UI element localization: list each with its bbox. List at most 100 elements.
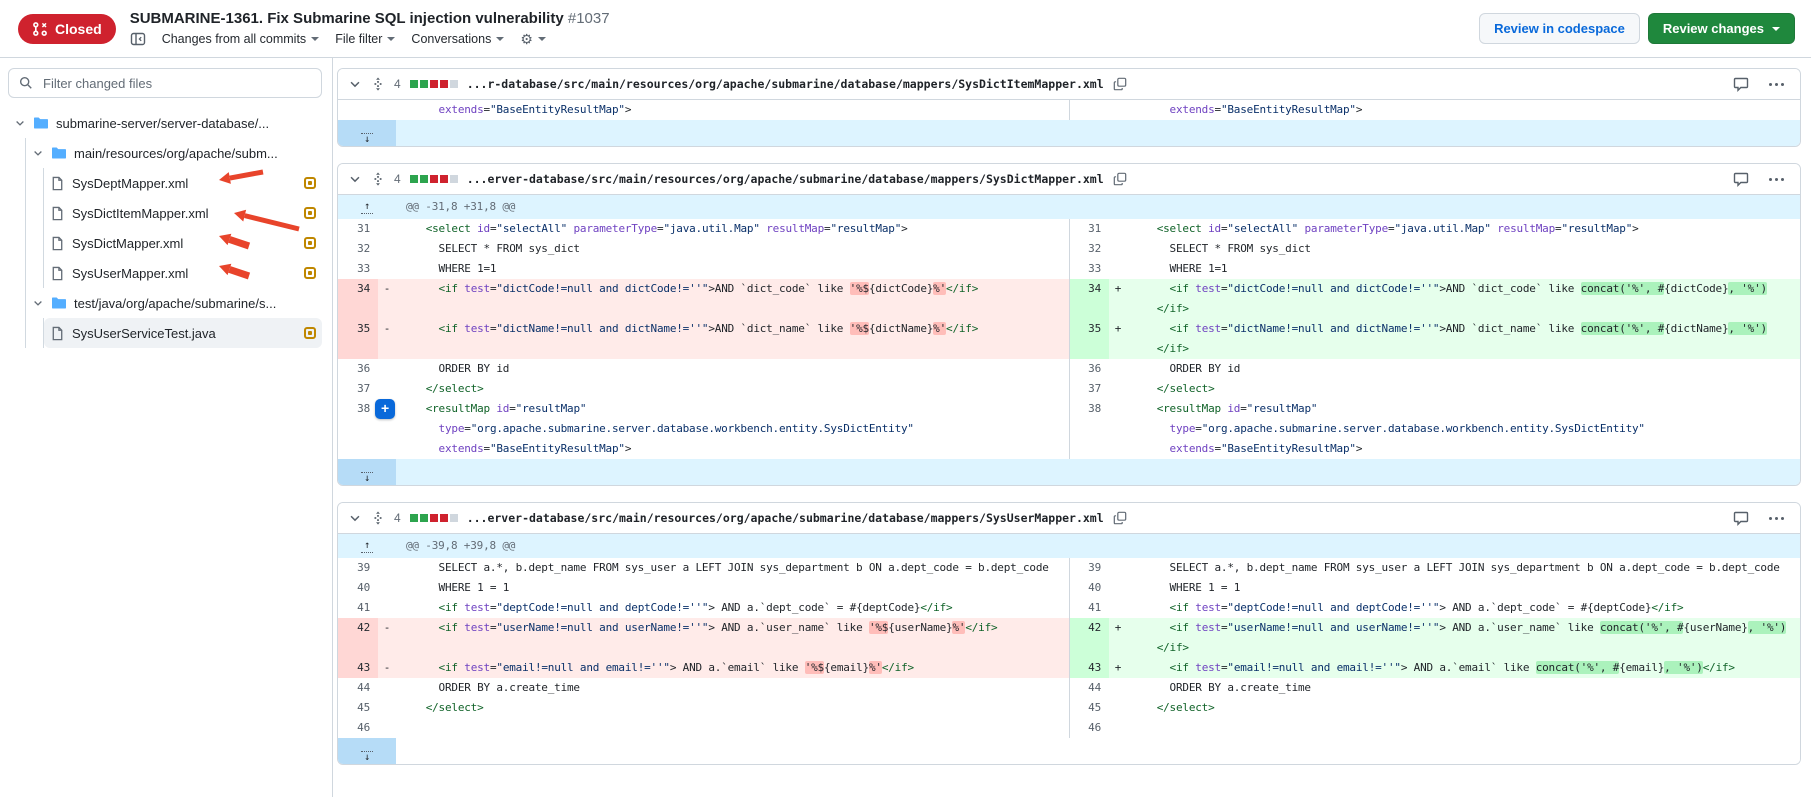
changes-from-dropdown[interactable]: Changes from all commits <box>162 32 320 46</box>
line-number[interactable] <box>1069 100 1109 120</box>
diff-sign <box>378 100 396 120</box>
diffstat-square-add <box>420 80 428 88</box>
line-number[interactable]: 43 <box>1069 658 1109 678</box>
file-filter-dropdown[interactable]: File filter <box>335 32 395 46</box>
code-line: <select id="selectAll" parameterType="ja… <box>1127 219 1800 239</box>
line-number[interactable]: 41 <box>338 598 378 618</box>
line-number[interactable]: 46 <box>1069 718 1109 738</box>
copy-path-icon[interactable] <box>1113 77 1127 91</box>
expand-hunk-button[interactable]: ↑ <box>338 195 396 219</box>
line-number[interactable]: 36 <box>338 359 378 379</box>
file-path-link[interactable]: ...erver-database/src/main/resources/org… <box>467 511 1104 525</box>
tree-folder-test-java-org-apache-sub[interactable]: test/java/org/apache/submarine/s... <box>26 288 322 318</box>
line-number[interactable]: 44 <box>338 678 378 698</box>
diff-row: 31 <select id="selectAll" parameterType=… <box>338 219 1800 239</box>
line-number[interactable]: 41 <box>1069 598 1109 618</box>
collapse-file-icon[interactable] <box>348 172 362 186</box>
line-number[interactable]: 35 <box>1069 319 1109 359</box>
line-number[interactable]: 45 <box>1069 698 1109 718</box>
line-number[interactable]: 32 <box>338 239 378 259</box>
diff-row: 44 ORDER BY a.create_time44 ORDER BY a.c… <box>338 678 1800 698</box>
diff-sign: + <box>1109 658 1127 678</box>
diff-row: 42- <if test="userName!=null and userNam… <box>338 618 1800 658</box>
line-number[interactable]: 44 <box>1069 678 1109 698</box>
expand-diff-button[interactable]: ↓ <box>338 459 396 485</box>
code-line <box>1127 718 1800 738</box>
review-in-codespace-button[interactable]: Review in codespace <box>1479 13 1640 44</box>
line-number[interactable]: 38 <box>338 399 378 459</box>
line-number[interactable]: 45 <box>338 698 378 718</box>
tree-file-sysuserservicetest-java[interactable]: SysUserServiceTest.java <box>44 318 322 348</box>
line-number[interactable]: 33 <box>1069 259 1109 279</box>
file-modified-icon <box>304 267 316 279</box>
tree-file-sysdictmapper-xml[interactable]: SysDictMapper.xml <box>44 228 322 258</box>
review-changes-button[interactable]: Review changes <box>1648 13 1795 44</box>
filter-changed-files-input[interactable] <box>41 75 311 92</box>
code-line: ORDER BY id <box>396 359 1069 379</box>
file-options-kebab-icon[interactable] <box>1769 83 1784 86</box>
line-number[interactable]: 39 <box>1069 558 1109 578</box>
tree-folder-main-resources-org-apach[interactable]: main/resources/org/apache/subm... <box>26 138 322 168</box>
collapse-file-icon[interactable] <box>348 77 362 91</box>
tree-file-sysdictitemmapper-xml[interactable]: SysDictItemMapper.xml <box>44 198 322 228</box>
copy-path-icon[interactable] <box>1113 172 1127 186</box>
diff-sign <box>1109 399 1127 459</box>
diff-settings-dropdown[interactable]: ⚙ <box>520 32 546 46</box>
expand-hunk-button[interactable]: ↑ <box>338 534 396 558</box>
line-number[interactable]: 43 <box>338 658 378 678</box>
line-number[interactable] <box>338 100 378 120</box>
line-number[interactable]: 46 <box>338 718 378 738</box>
diffstat-square-neutral <box>450 80 458 88</box>
collapse-sidebar-icon[interactable] <box>130 31 146 47</box>
diff-sign <box>1109 558 1127 578</box>
line-number[interactable]: 42 <box>1069 618 1109 658</box>
comment-icon[interactable] <box>1733 76 1749 92</box>
line-number[interactable]: 38 <box>1069 399 1109 459</box>
expand-diff-button[interactable]: ↓ <box>338 738 396 764</box>
tree-folder-submarine-server-server-[interactable]: submarine-server/server-database/... <box>8 108 322 138</box>
line-number[interactable]: 40 <box>338 578 378 598</box>
copy-path-icon[interactable] <box>1113 511 1127 525</box>
conversations-dropdown[interactable]: Conversations <box>411 32 504 46</box>
drag-handle-icon[interactable] <box>371 77 385 91</box>
line-number[interactable]: 31 <box>338 219 378 239</box>
comment-icon[interactable] <box>1733 171 1749 187</box>
collapse-file-icon[interactable] <box>348 511 362 525</box>
diff-sign: + <box>1109 618 1127 658</box>
file-options-kebab-icon[interactable] <box>1769 178 1784 181</box>
line-number[interactable]: 42 <box>338 618 378 658</box>
line-number[interactable]: 40 <box>1069 578 1109 598</box>
line-number[interactable]: 34 <box>1069 279 1109 319</box>
hunk-header: @@ -39,8 +39,8 @@ <box>396 534 1800 558</box>
diff-sign <box>378 698 396 718</box>
add-comment-button[interactable]: + <box>375 399 395 419</box>
file-options-kebab-icon[interactable] <box>1769 517 1784 520</box>
line-number[interactable]: 35 <box>338 319 378 359</box>
tree-file-sysdeptmapper-xml[interactable]: SysDeptMapper.xml <box>44 168 322 198</box>
line-number[interactable]: 34 <box>338 279 378 319</box>
file-tree: submarine-server/server-database/...main… <box>8 108 322 348</box>
code-line: <select id="selectAll" parameterType="ja… <box>396 219 1069 239</box>
line-number[interactable]: 33 <box>338 259 378 279</box>
file-modified-icon <box>304 237 316 249</box>
file-icon <box>50 236 65 251</box>
filter-files-box[interactable] <box>8 68 322 98</box>
drag-handle-icon[interactable] <box>371 172 385 186</box>
file-path-link[interactable]: ...r-database/src/main/resources/org/apa… <box>467 77 1104 91</box>
diff-sign <box>378 578 396 598</box>
tree-file-sysusermapper-xml[interactable]: SysUserMapper.xml <box>44 258 322 288</box>
drag-handle-icon[interactable] <box>371 511 385 525</box>
line-number[interactable]: 32 <box>1069 239 1109 259</box>
diff-sign: + <box>1109 319 1127 359</box>
line-number[interactable]: 36 <box>1069 359 1109 379</box>
file-icon <box>50 206 65 221</box>
diff-sign <box>1109 698 1127 718</box>
file-path-link[interactable]: ...erver-database/src/main/resources/org… <box>467 172 1104 186</box>
comment-icon[interactable] <box>1733 510 1749 526</box>
line-number[interactable]: 39 <box>338 558 378 578</box>
line-number[interactable]: 37 <box>338 379 378 399</box>
line-number[interactable]: 31 <box>1069 219 1109 239</box>
file-modified-icon <box>304 177 316 189</box>
line-number[interactable]: 37 <box>1069 379 1109 399</box>
expand-diff-button[interactable]: ↓ <box>338 120 396 146</box>
